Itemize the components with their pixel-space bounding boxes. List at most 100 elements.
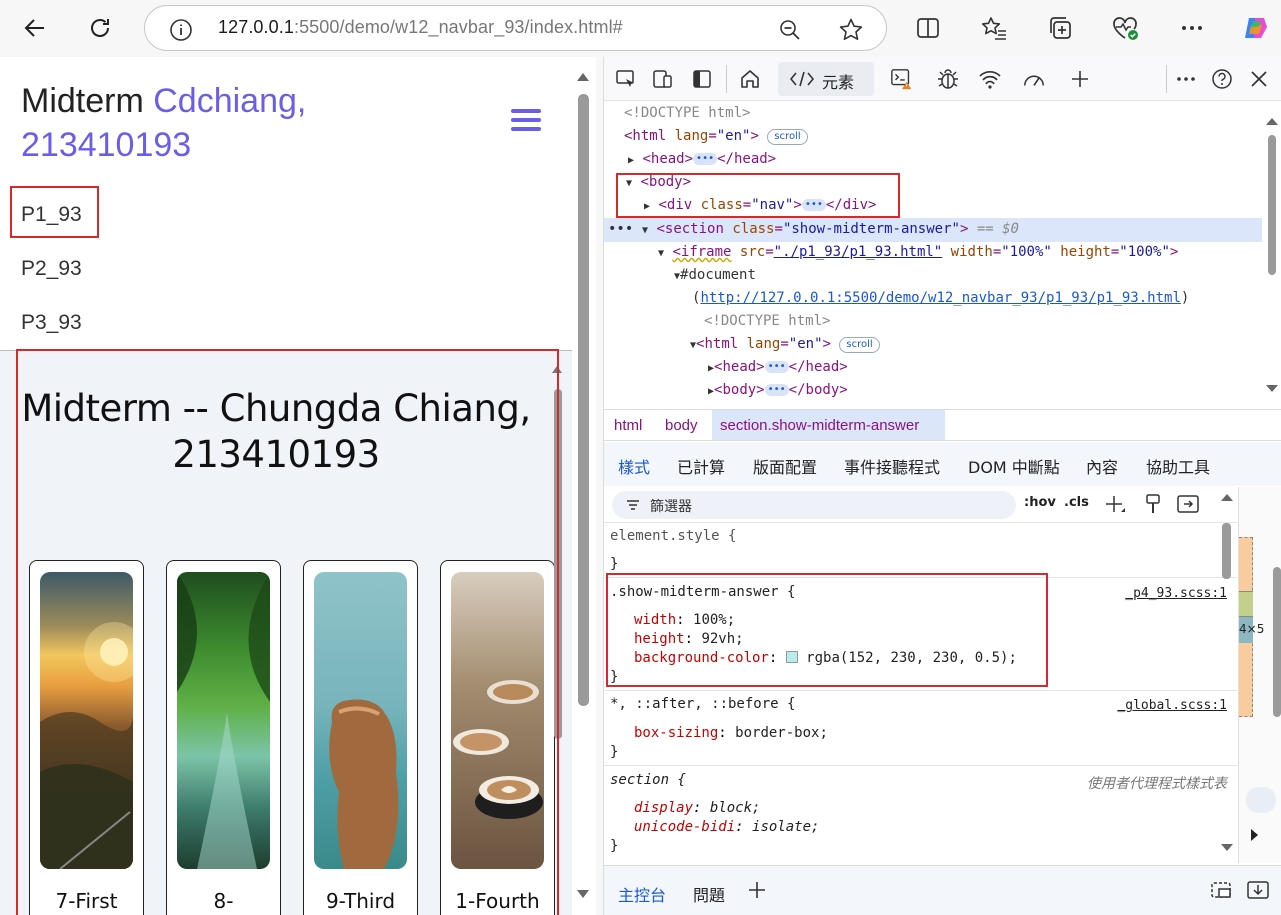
collections-icon[interactable]: [1040, 8, 1080, 48]
sidebar-scrollbar-thumb[interactable]: [1273, 567, 1281, 717]
tab-dom-breakpoints[interactable]: DOM 中斷點: [968, 454, 1060, 478]
dom-document-url[interactable]: (http://127.0.0.1:5500/demo/w12_navbar_9…: [692, 288, 1189, 310]
tab-elements[interactable]: 元素: [778, 62, 874, 96]
filter-placeholder: 篩選器: [650, 499, 692, 515]
toggle-sidebar-icon[interactable]: [1177, 494, 1199, 514]
src-value[interactable]: "./p1_93/p1_93.html": [774, 244, 943, 260]
lang-value: "en": [716, 128, 751, 144]
element-style-selector[interactable]: element.style {: [610, 527, 736, 545]
performance-gauge-icon[interactable]: [1022, 67, 1046, 91]
element-state-brush-icon[interactable]: [1144, 493, 1162, 515]
breadcrumb-body[interactable]: body: [665, 417, 698, 434]
breadcrumb-section[interactable]: section.show-midterm-answer: [720, 417, 919, 434]
zoom-out-icon[interactable]: [778, 18, 802, 42]
page-scroll-down-icon[interactable]: [577, 890, 589, 899]
dom-inner-html-node[interactable]: ▼<html lang="en"> scroll: [690, 334, 880, 356]
network-wifi-icon[interactable]: [978, 67, 1002, 91]
tab-properties[interactable]: 內容: [1086, 454, 1118, 478]
split-screen-icon[interactable]: [908, 8, 948, 48]
rule3-selector[interactable]: section {: [610, 771, 686, 789]
dom-scrollbar-thumb[interactable]: [1268, 135, 1276, 275]
tab-layout[interactable]: 版面配置: [753, 454, 817, 478]
dom-doctype[interactable]: <!DOCTYPE html>: [624, 103, 750, 125]
collapsed-dots[interactable]: •••: [764, 361, 789, 373]
rule3-prop-unicode-bidi[interactable]: unicode-bidi: isolate;: [634, 818, 819, 836]
hamburger-menu-icon[interactable]: [511, 109, 541, 135]
refresh-icon[interactable]: [80, 8, 120, 48]
drawer-add-tab-icon[interactable]: [747, 880, 767, 900]
rule2-source-link[interactable]: _global.scss:1: [1117, 697, 1227, 715]
rule1-source-link[interactable]: _p4_93.scss:1: [1125, 585, 1227, 603]
dom-inner-head-node[interactable]: ▶<head> ••• </head>: [708, 357, 848, 379]
lang-attr: lang: [746, 336, 781, 352]
devtools-more-icon[interactable]: [1174, 67, 1198, 91]
inspect-element-icon[interactable]: [614, 67, 638, 91]
dom-head-node[interactable]: ▶ <head> ••• </head>: [628, 149, 776, 171]
scroll-badge[interactable]: scroll: [839, 337, 880, 353]
collapsed-dots[interactable]: •••: [764, 384, 789, 396]
height-value: "100%": [1119, 244, 1170, 260]
collapsed-dots[interactable]: •••: [693, 153, 718, 165]
help-icon[interactable]: [1210, 67, 1234, 91]
tab-computed[interactable]: 已計算: [677, 454, 725, 478]
add-tab-plus-icon[interactable]: [1068, 67, 1092, 91]
breadcrumb-html[interactable]: html: [614, 417, 642, 434]
scroll-badge[interactable]: scroll: [767, 129, 808, 145]
tab-accessibility[interactable]: 協助工具: [1146, 454, 1210, 478]
back-arrow-icon[interactable]: [15, 8, 55, 48]
tab-event-listeners[interactable]: 事件接聽程式: [844, 454, 940, 478]
devtools-drawer: 主控台 問題: [604, 865, 1281, 915]
favorite-star-icon[interactable]: [838, 17, 864, 43]
dom-tree[interactable]: <!DOCTYPE html> <html lang="en"> scroll …: [604, 102, 1264, 408]
close-devtools-icon[interactable]: [1247, 67, 1271, 91]
dom-section-node[interactable]: ▼ <section class="show-midterm-answer"> …: [642, 219, 1019, 241]
iframe-open-tag: <iframe: [672, 244, 732, 260]
dom-html-node[interactable]: <html lang="en"> scroll: [624, 126, 808, 148]
styles-scroll-down-icon[interactable]: [1221, 844, 1233, 852]
document-url-link[interactable]: http://127.0.0.1:5500/demo/w12_navbar_93…: [700, 290, 1180, 306]
site-brand[interactable]: Midterm Cdchiang, 213410193: [21, 79, 306, 167]
nav-link-p3[interactable]: P3_93: [21, 311, 82, 335]
tab-styles[interactable]: 樣式: [618, 454, 650, 478]
favorites-list-icon[interactable]: [974, 8, 1014, 48]
drawer-tab-issues[interactable]: 問題: [693, 882, 725, 906]
brand-name: Cdchiang,: [153, 82, 307, 120]
info-icon[interactable]: [169, 18, 193, 42]
dom-inner-body-node[interactable]: ▶<body> ••• </body>: [708, 380, 848, 402]
device-emulation-icon[interactable]: [650, 67, 674, 91]
node-actions-dots[interactable]: •••: [608, 219, 633, 241]
dom-inner-doctype[interactable]: <!DOCTYPE html>: [704, 311, 830, 333]
welcome-home-icon[interactable]: [738, 67, 762, 91]
sidebar-expand-icon[interactable]: [1251, 829, 1259, 841]
dom-scroll-up-icon[interactable]: [1266, 117, 1278, 125]
page-scrollbar-thumb[interactable]: [578, 94, 589, 706]
sidebar-pill[interactable]: [1246, 787, 1276, 813]
filter-input[interactable]: 篩選器: [612, 491, 1016, 519]
page-scroll-up-icon[interactable]: [577, 72, 589, 81]
console-tab-icon[interactable]: [890, 67, 914, 91]
rule3-prop-display[interactable]: display: block;: [634, 799, 760, 817]
cls-toggle[interactable]: .cls: [1064, 495, 1089, 510]
element-style-close: }: [610, 556, 619, 572]
dock-side-icon[interactable]: [690, 67, 714, 91]
drawer-tab-console[interactable]: 主控台: [618, 882, 666, 906]
undock-drawer-icon[interactable]: [1210, 880, 1234, 900]
copilot-icon[interactable]: [1236, 8, 1276, 48]
health-heart-icon[interactable]: [1106, 8, 1146, 48]
rule2-prop[interactable]: box-sizing: border-box;: [634, 724, 828, 742]
more-menu-icon[interactable]: [1172, 8, 1212, 48]
address-bar[interactable]: 127.0.0.1:5500/demo/w12_navbar_93/index.…: [144, 5, 887, 51]
close-drawer-icon[interactable]: [1246, 880, 1270, 900]
hov-toggle[interactable]: :hov: [1024, 495, 1056, 510]
styles-scroll-up-icon[interactable]: [1221, 493, 1233, 501]
styles-scrollbar-thumb[interactable]: [1222, 523, 1231, 579]
nav-link-p2[interactable]: P2_93: [21, 257, 82, 281]
rule2-selector[interactable]: *, ::after, ::before {: [610, 695, 795, 713]
prop-name: display: [634, 800, 694, 816]
html-open-tag: <html: [696, 336, 739, 352]
bug-icon[interactable]: [936, 67, 960, 91]
dom-scroll-down-icon[interactable]: [1266, 385, 1278, 393]
new-rule-plus-icon[interactable]: [1104, 494, 1126, 516]
dom-iframe-node[interactable]: ▼ <iframe src="./p1_93/p1_93.html" width…: [658, 242, 1178, 264]
dom-document-node[interactable]: ▼#document: [674, 265, 756, 287]
